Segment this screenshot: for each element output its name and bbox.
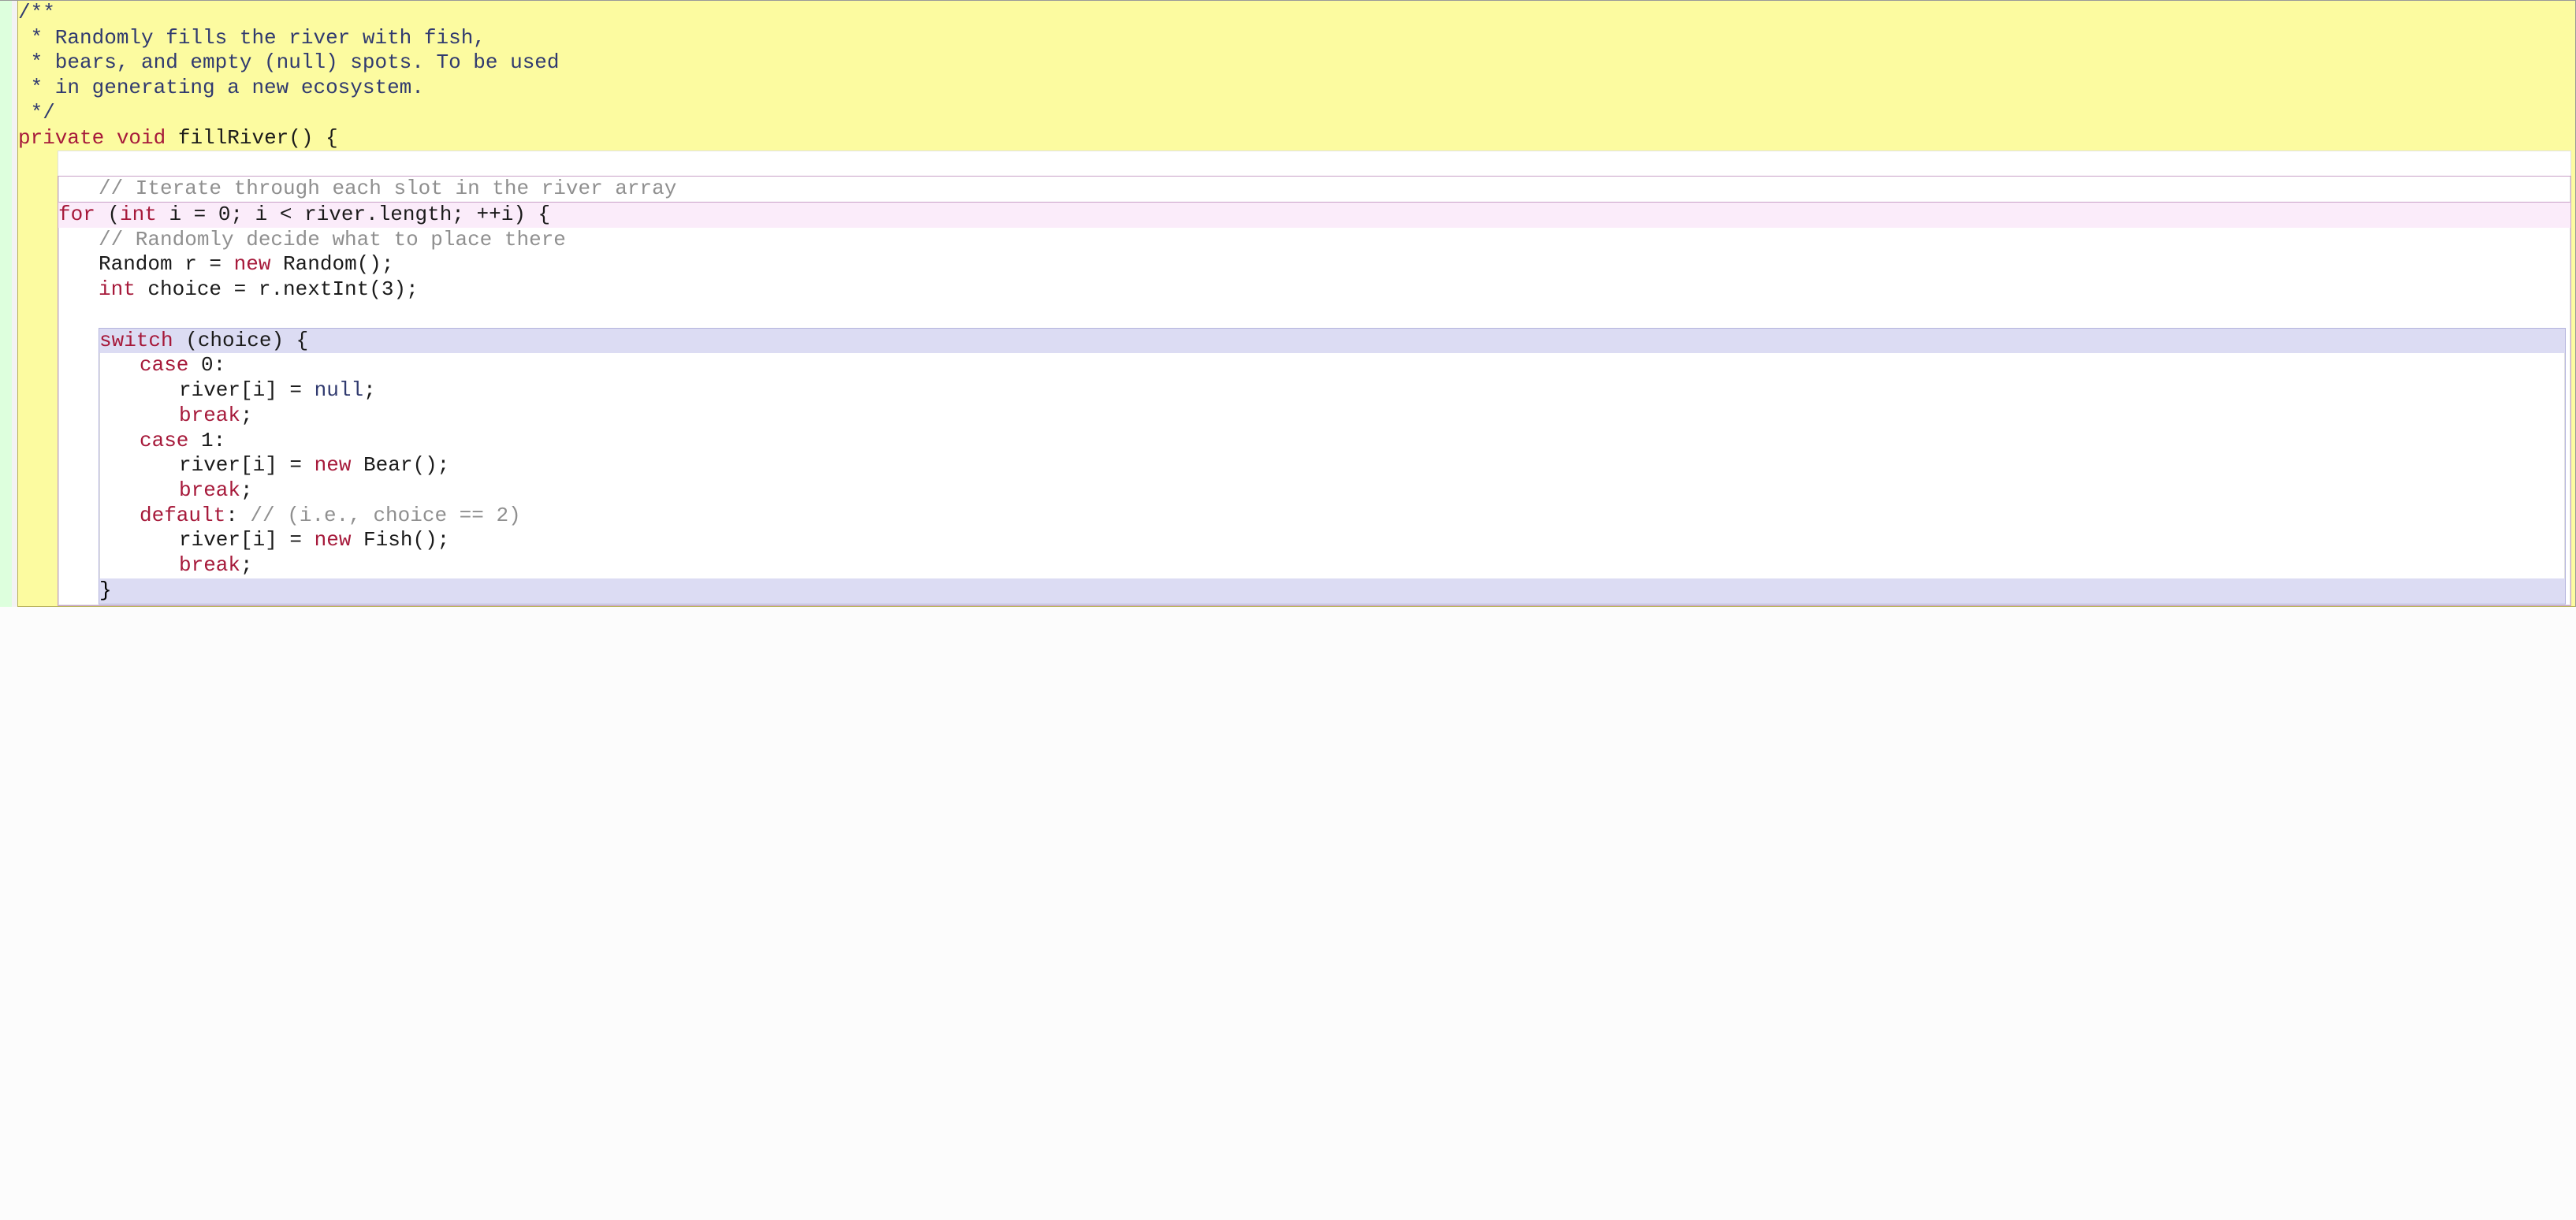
code-text: Fish();: [351, 528, 449, 552]
gutter-left-grey: [12, 1, 17, 607]
javadoc-line: * in generating a new ecosystem.: [18, 76, 2575, 101]
semicolon: ;: [240, 553, 253, 577]
code-text: river[i] =: [179, 378, 315, 402]
comment-default: // (i.e., choice == 2): [238, 504, 521, 527]
code-column: /** * Randomly fills the river with fish…: [17, 1, 2575, 607]
keyword-int: int: [120, 203, 157, 226]
case-1-body: river[i] = new Bear();: [100, 453, 2564, 478]
for-open-paren: (: [95, 203, 120, 226]
for-header: for (int i = 0; i < river.length; ++i) {: [58, 203, 2570, 228]
method-name: fillRiver: [166, 126, 288, 150]
switch-body: case 0: river[i] = null; break; case 1: …: [99, 353, 2565, 578]
keyword-new: new: [234, 252, 271, 276]
switch-close-brace: }: [99, 578, 2565, 604]
keyword-for: for: [58, 203, 95, 226]
keyword-void: void: [117, 126, 166, 150]
keyword-null: null: [315, 378, 363, 402]
case-0-body: river[i] = null;: [100, 378, 2564, 404]
keyword-new: new: [315, 528, 352, 552]
keyword-break: break: [179, 553, 240, 577]
case-default-body: river[i] = new Fish();: [100, 528, 2564, 553]
choice-decl: int choice = r.nextInt(3);: [59, 277, 2570, 303]
case-0-break: break;: [100, 404, 2564, 429]
keyword-break: break: [179, 404, 240, 427]
keyword-case: case: [140, 429, 188, 452]
gutter-left-green: [0, 1, 12, 607]
semicolon: ;: [363, 378, 376, 402]
javadoc-line: * Randomly fills the river with fish,: [18, 26, 2575, 51]
keyword-new: new: [315, 453, 352, 477]
for-rest: i = 0; i < river.length; ++i) {: [157, 203, 550, 226]
blank-line: [58, 151, 2571, 176]
code-text: 0:: [188, 353, 225, 377]
case-1: case 1:: [100, 429, 2564, 454]
code-text: choice = r.nextInt(3);: [136, 277, 419, 301]
javadoc-line: /**: [18, 1, 2575, 26]
javadoc-comment: /** * Randomly fills the river with fish…: [18, 1, 2575, 126]
for-body: // Randomly decide what to place there R…: [58, 228, 2570, 605]
javadoc-line: * bears, and empty (null) spots. To be u…: [18, 50, 2575, 76]
blank: [58, 151, 2570, 177]
for-pre-header: // Iterate through each slot in the rive…: [58, 177, 2570, 203]
keyword-switch: switch: [99, 329, 173, 352]
switch-header: switch (choice) {: [99, 329, 2565, 354]
javadoc-line: */: [18, 101, 2575, 126]
keyword-case: case: [140, 353, 188, 377]
semicolon: ;: [240, 404, 253, 427]
case-default-break: break;: [100, 553, 2564, 578]
random-decl: Random r = new Random();: [59, 252, 2570, 277]
comment-randomly: // Randomly decide what to place there: [59, 228, 2570, 253]
method-signature: private void fillRiver() {: [18, 126, 2575, 151]
keyword-int: int: [99, 277, 136, 301]
code-container: /** * Randomly fills the river with fish…: [0, 0, 2576, 607]
case-1-break: break;: [100, 478, 2564, 504]
blank-line: [59, 303, 2570, 328]
comment-iterate: // Iterate through each slot in the rive…: [59, 177, 2570, 202]
code-text: river[i] =: [179, 528, 315, 552]
code-text: Random r =: [99, 252, 234, 276]
colon: :: [225, 504, 238, 527]
keyword-default: default: [140, 504, 225, 527]
case-0: case 0:: [100, 353, 2564, 378]
method-parens: () {: [288, 126, 337, 150]
method-block: /** * Randomly fills the river with fish…: [17, 1, 2575, 607]
keyword-private: private: [18, 126, 104, 150]
case-default: default: // (i.e., choice == 2): [100, 504, 2564, 529]
switch-block: switch (choice) { case 0: river[i] = nul…: [99, 328, 2566, 604]
code-text: river[i] =: [179, 453, 315, 477]
code-text: 1:: [188, 429, 225, 452]
code-text: Bear();: [351, 453, 449, 477]
for-block: // Iterate through each slot in the rive…: [58, 176, 2571, 605]
code-text: (choice) {: [173, 329, 309, 352]
keyword-break: break: [179, 478, 240, 502]
code-text: Random();: [270, 252, 393, 276]
semicolon: ;: [240, 478, 253, 502]
